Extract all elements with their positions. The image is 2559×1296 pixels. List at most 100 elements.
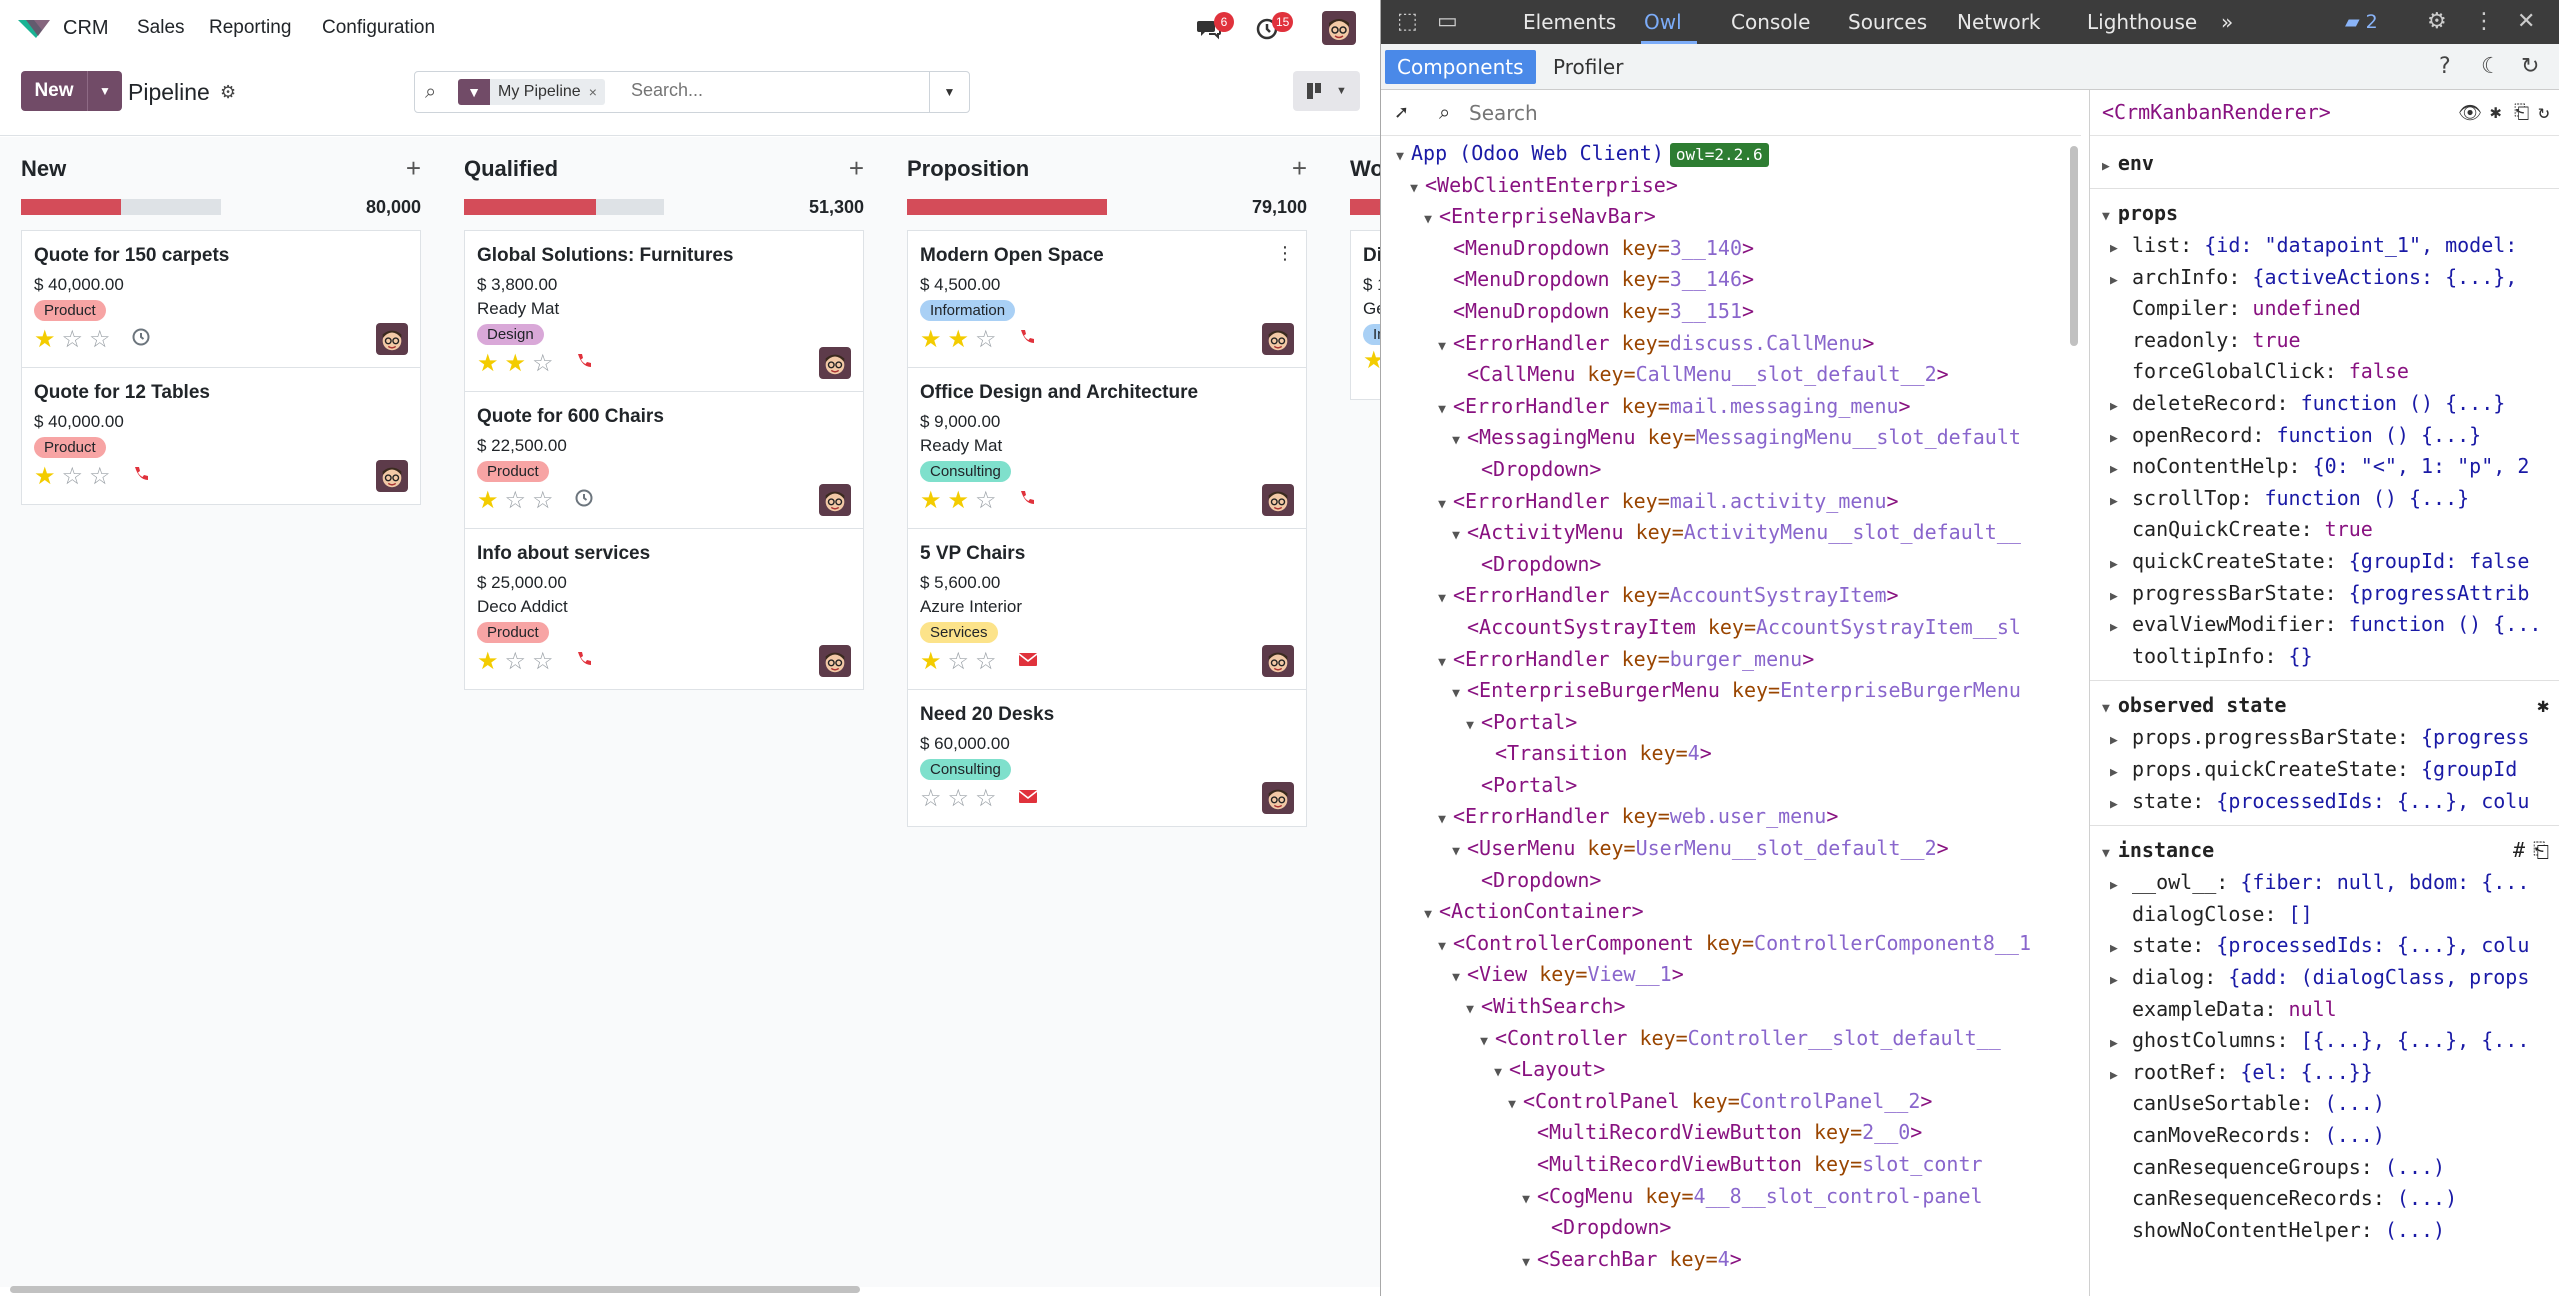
tree-node[interactable]: ▼ <EnterpriseBurgerMenu key=EnterpriseBur… bbox=[1381, 675, 2073, 707]
tree-node[interactable]: ▼ <WithSearch> bbox=[1381, 991, 2073, 1023]
section-header[interactable]: ▶ env bbox=[2090, 146, 2559, 180]
star-empty-icon[interactable]: ☆ bbox=[975, 787, 997, 811]
star-filled-icon[interactable]: ★ bbox=[920, 328, 942, 352]
star-empty-icon[interactable]: ☆ bbox=[975, 489, 997, 513]
expand-arrow-icon[interactable]: ▶ bbox=[2110, 933, 2132, 965]
tree-node[interactable]: ▼ <ErrorHandler key=AccountSystrayItem> bbox=[1381, 580, 2073, 612]
tab-sources[interactable]: Sources bbox=[1848, 10, 1927, 34]
star-empty-icon[interactable]: ☆ bbox=[948, 650, 970, 674]
salesperson-avatar[interactable] bbox=[1262, 782, 1294, 814]
star-filled-icon[interactable]: ★ bbox=[948, 489, 970, 513]
prop-row[interactable]: ▶dialogClose: [] bbox=[2090, 899, 2559, 931]
prop-row[interactable]: ▶ openRecord: function () {...} bbox=[2090, 420, 2559, 452]
more-tabs-icon[interactable]: » bbox=[2221, 10, 2233, 34]
salesperson-avatar[interactable] bbox=[1262, 484, 1294, 516]
tree-node[interactable]: ▼ <UserMenu key=UserMenu__slot_default__2… bbox=[1381, 833, 2073, 865]
kanban-card[interactable]: 5 VP Chairs $ 5,600.00 Azure Interior Servi… bbox=[908, 529, 1306, 690]
search-options-toggle[interactable]: ▼ bbox=[929, 72, 969, 112]
expand-arrow-icon[interactable]: ▶ bbox=[2110, 233, 2132, 265]
tree-node[interactable]: <MultiRecordViewButton key=2__0> bbox=[1381, 1117, 2073, 1149]
expand-arrow-icon[interactable]: ▼ bbox=[1445, 962, 1467, 991]
device-toolbar-icon[interactable]: ▭ bbox=[1437, 9, 1458, 34]
tab-owl[interactable]: Owl bbox=[1644, 10, 1682, 34]
tree-node[interactable]: ▼ <SearchBar key=4> bbox=[1381, 1244, 2073, 1276]
expand-arrow-icon[interactable]: ▶ bbox=[2102, 159, 2110, 174]
prop-row[interactable]: ▶ scrollTop: function () {...} bbox=[2090, 483, 2559, 515]
inspect-element-icon[interactable]: ⬚ bbox=[1397, 9, 1418, 34]
star-filled-icon[interactable]: ★ bbox=[920, 489, 942, 513]
prop-row[interactable]: ▶ rootRef: {el: {...}} bbox=[2090, 1057, 2559, 1089]
kanban-card[interactable]: Quote for 12 Tables $ 40,000.00 Product ★ ☆ ☆ bbox=[22, 368, 420, 504]
salesperson-avatar[interactable] bbox=[819, 484, 851, 516]
board-horizontal-scrollbar[interactable] bbox=[10, 1286, 860, 1293]
salesperson-avatar[interactable] bbox=[1262, 323, 1294, 355]
prop-row[interactable]: ▶ state: {processedIds: {...}, colu bbox=[2090, 930, 2559, 962]
section-header[interactable]: ▼ observed state ✱ bbox=[2090, 688, 2559, 722]
dark-mode-icon[interactable]: ☾ bbox=[2481, 54, 2501, 79]
expand-arrow-icon[interactable]: ▼ bbox=[1445, 520, 1467, 549]
tree-node[interactable]: ▼ <ErrorHandler key=discuss.CallMenu> bbox=[1381, 328, 2073, 360]
star-empty-icon[interactable]: ☆ bbox=[975, 650, 997, 674]
prop-row[interactable]: ▶forceGlobalClick: false bbox=[2090, 356, 2559, 388]
tree-node[interactable]: ▼ <ActionContainer> bbox=[1381, 896, 2073, 928]
quick-create-plus-icon[interactable]: + bbox=[406, 153, 421, 184]
tree-node[interactable]: ▼ <ErrorHandler key=burger_menu> bbox=[1381, 644, 2073, 676]
activity-email-icon[interactable] bbox=[1017, 786, 1039, 812]
app-name[interactable]: CRM bbox=[63, 17, 109, 40]
activity-phone-icon[interactable] bbox=[574, 649, 594, 675]
expand-arrow-icon[interactable]: ▼ bbox=[1459, 994, 1481, 1023]
salesperson-avatar[interactable] bbox=[819, 645, 851, 677]
expand-arrow-icon[interactable]: ▶ bbox=[2110, 789, 2132, 821]
activity-clock-icon[interactable] bbox=[131, 327, 151, 353]
tree-node[interactable]: ▼ <Controller key=Controller__slot_defaul… bbox=[1381, 1023, 2073, 1055]
tree-node[interactable]: <Dropdown> bbox=[1381, 549, 2073, 581]
expand-arrow-icon[interactable]: ▼ bbox=[1431, 489, 1453, 518]
prop-row[interactable]: ▶ state: {processedIds: {...}, colu bbox=[2090, 786, 2559, 818]
expand-arrow-icon[interactable]: ▶ bbox=[2110, 612, 2132, 644]
column-progress-bar[interactable] bbox=[907, 199, 1107, 215]
tree-node[interactable]: ▼ <CogMenu key=4__8__slot_control-panel bbox=[1381, 1181, 2073, 1213]
column-progress-bar[interactable] bbox=[464, 199, 664, 215]
prop-row[interactable]: ▶ quickCreateState: {groupId: false bbox=[2090, 546, 2559, 578]
collapse-arrow-icon[interactable]: ▼ bbox=[2102, 846, 2110, 861]
gear-icon[interactable]: ⚙ bbox=[220, 82, 236, 103]
star-filled-icon[interactable]: ★ bbox=[477, 352, 499, 376]
star-empty-icon[interactable]: ☆ bbox=[948, 787, 970, 811]
kebab-menu-icon[interactable]: ⋮ bbox=[2473, 9, 2495, 34]
tree-node[interactable]: ▼ <ErrorHandler key=mail.activity_menu> bbox=[1381, 486, 2073, 518]
prop-row[interactable]: ▶canMoveRecords: (...) bbox=[2090, 1120, 2559, 1152]
expand-arrow-icon[interactable]: ▼ bbox=[1403, 173, 1425, 202]
tree-node[interactable]: <AccountSystrayItem key=AccountSystrayIt… bbox=[1381, 612, 2073, 644]
subtab-profiler[interactable]: Profiler bbox=[1541, 50, 1635, 84]
prop-row[interactable]: ▶canResequenceRecords: (...) bbox=[2090, 1183, 2559, 1215]
tree-node[interactable]: ▼ <WebClientEnterprise> bbox=[1381, 170, 2073, 202]
expand-arrow-icon[interactable]: ▼ bbox=[1431, 331, 1453, 360]
tree-node[interactable]: <Dropdown> bbox=[1381, 1212, 2073, 1244]
prop-row[interactable]: ▶exampleData: null bbox=[2090, 994, 2559, 1026]
expand-arrow-icon[interactable]: ▼ bbox=[1431, 647, 1453, 676]
prop-row[interactable]: ▶canUseSortable: (...) bbox=[2090, 1088, 2559, 1120]
column-title[interactable]: Qualified bbox=[464, 156, 558, 182]
menu-configuration[interactable]: Configuration bbox=[322, 17, 435, 39]
menu-reporting[interactable]: Reporting bbox=[209, 17, 291, 39]
star-empty-icon[interactable]: ☆ bbox=[532, 650, 554, 674]
prop-row[interactable]: ▶ props.quickCreateState: {groupId bbox=[2090, 754, 2559, 786]
star-filled-icon[interactable]: ★ bbox=[920, 650, 942, 674]
tree-node[interactable]: <Transition key=4> bbox=[1381, 738, 2073, 770]
user-avatar[interactable] bbox=[1322, 11, 1356, 45]
star-empty-icon[interactable]: ☆ bbox=[532, 489, 554, 513]
expand-arrow-icon[interactable]: ▼ bbox=[1417, 899, 1439, 928]
star-empty-icon[interactable]: ☆ bbox=[89, 465, 111, 489]
tree-node[interactable]: <Portal> bbox=[1381, 770, 2073, 802]
prop-row[interactable]: ▶canResequenceGroups: (...) bbox=[2090, 1152, 2559, 1184]
expand-arrow-icon[interactable]: ▼ bbox=[1473, 1026, 1495, 1055]
prop-row[interactable]: ▶ dialog: {add: (dialogClass, props bbox=[2090, 962, 2559, 994]
star-filled-icon[interactable]: ★ bbox=[34, 465, 56, 489]
tree-node[interactable]: ▼ <ControlPanel key=ControlPanel__2> bbox=[1381, 1086, 2073, 1118]
tab-network[interactable]: Network bbox=[1957, 10, 2041, 34]
refresh-icon[interactable]: ↻ bbox=[2521, 54, 2539, 79]
prop-row[interactable]: ▶ evalViewModifier: function () {... bbox=[2090, 609, 2559, 641]
tree-node[interactable]: ▼ <ControllerComponent key=ControllerComp… bbox=[1381, 928, 2073, 960]
message-count-badge[interactable]: ▰ 2 bbox=[2345, 11, 2378, 33]
tree-search-input[interactable] bbox=[1469, 101, 1969, 125]
